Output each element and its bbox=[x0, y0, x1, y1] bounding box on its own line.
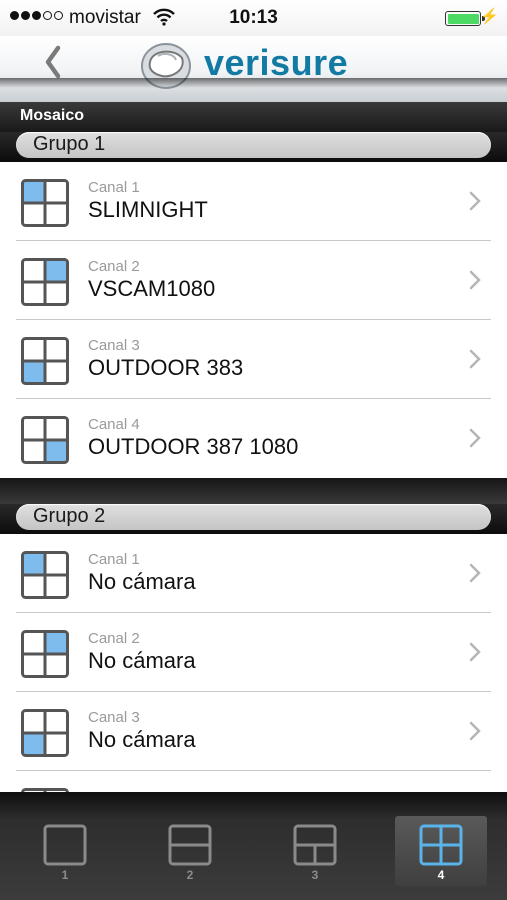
group-header: Grupo 1 bbox=[0, 132, 507, 162]
channel-row[interactable]: Canal 3 OUTDOOR 383 bbox=[0, 320, 507, 399]
channel-label: Canal 2 bbox=[88, 258, 140, 275]
grid-quadrant-1-icon bbox=[21, 179, 69, 227]
app-header: verisure bbox=[0, 36, 507, 102]
grid-quadrant-4-icon bbox=[21, 416, 69, 464]
status-bar: movistar 10:13 ⚡ bbox=[0, 0, 507, 36]
chevron-right-icon bbox=[469, 428, 481, 448]
tab-layout-1[interactable]: 1 bbox=[19, 816, 111, 886]
channel-label: Canal 1 bbox=[88, 551, 140, 568]
chevron-right-icon bbox=[469, 191, 481, 211]
grid-quadrant-3-icon bbox=[21, 337, 69, 385]
channel-row[interactable] bbox=[0, 771, 507, 792]
back-chevron-icon[interactable] bbox=[36, 42, 76, 82]
split-two-view-icon bbox=[168, 824, 212, 866]
group-spacer bbox=[0, 478, 507, 504]
tab-label: 3 bbox=[311, 868, 319, 882]
tab-label: 1 bbox=[61, 868, 69, 882]
channel-label: Canal 1 bbox=[88, 179, 140, 196]
grid-quadrant-3-icon bbox=[21, 709, 69, 757]
battery-icon bbox=[445, 11, 485, 26]
group-title: Grupo 1 bbox=[33, 133, 106, 155]
channel-label: Canal 3 bbox=[88, 709, 140, 726]
tab-layout-3[interactable]: 3 bbox=[269, 816, 361, 886]
charging-icon: ⚡ bbox=[480, 8, 499, 25]
camera-name: No cámara bbox=[88, 648, 196, 673]
group-pill: Grupo 2 bbox=[16, 504, 491, 530]
grid-quadrant-2-icon bbox=[21, 258, 69, 306]
group-pill: Grupo 1 bbox=[16, 132, 491, 158]
camera-name: OUTDOOR 383 bbox=[88, 355, 244, 380]
channel-list: Canal 1 No cámara Canal 2 No cámara Cana… bbox=[0, 534, 507, 792]
chevron-right-icon bbox=[469, 721, 481, 741]
split-three-view-icon bbox=[293, 824, 337, 866]
header-shadow bbox=[0, 78, 507, 88]
section-title: Mosaico bbox=[20, 107, 85, 124]
tab-label: 4 bbox=[437, 868, 445, 882]
channel-row[interactable]: Canal 1 SLIMNIGHT bbox=[0, 162, 507, 241]
channel-row[interactable]: Canal 1 No cámara bbox=[0, 534, 507, 613]
chevron-right-icon bbox=[469, 563, 481, 583]
clock: 10:13 bbox=[229, 7, 278, 28]
chevron-right-icon bbox=[469, 642, 481, 662]
tab-layout-4[interactable]: 4 bbox=[395, 816, 487, 886]
channel-row[interactable]: Canal 3 No cámara bbox=[0, 692, 507, 771]
camera-name: No cámara bbox=[88, 569, 196, 594]
single-view-icon bbox=[43, 824, 87, 866]
channel-row[interactable]: Canal 2 No cámara bbox=[0, 613, 507, 692]
camera-name: OUTDOOR 387 1080 bbox=[88, 434, 299, 459]
channel-row[interactable]: Canal 4 OUTDOOR 387 1080 bbox=[0, 399, 507, 478]
section-header: Mosaico bbox=[0, 102, 507, 132]
channel-row[interactable]: Canal 2 VSCAM1080 bbox=[0, 241, 507, 320]
channel-label: Canal 2 bbox=[88, 630, 140, 647]
grid-quadrant-1-icon bbox=[21, 551, 69, 599]
group-title: Grupo 2 bbox=[33, 505, 106, 527]
chevron-right-icon bbox=[469, 270, 481, 290]
grid-four-view-icon bbox=[419, 824, 463, 866]
tab-label: 2 bbox=[186, 868, 194, 882]
camera-name: SLIMNIGHT bbox=[88, 197, 208, 222]
layout-tab-bar: 1 2 3 4 bbox=[0, 792, 507, 900]
channel-label: Canal 4 bbox=[88, 416, 140, 433]
camera-name: No cámara bbox=[88, 727, 196, 752]
grid-quadrant-2-icon bbox=[21, 630, 69, 678]
channel-label: Canal 3 bbox=[88, 337, 140, 354]
camera-name: VSCAM1080 bbox=[88, 276, 216, 301]
channel-list: Canal 1 SLIMNIGHT Canal 2 VSCAM1080 Cana… bbox=[0, 162, 507, 478]
tab-layout-2[interactable]: 2 bbox=[144, 816, 236, 886]
group-header: Grupo 2 bbox=[0, 504, 507, 534]
chevron-right-icon bbox=[469, 349, 481, 369]
